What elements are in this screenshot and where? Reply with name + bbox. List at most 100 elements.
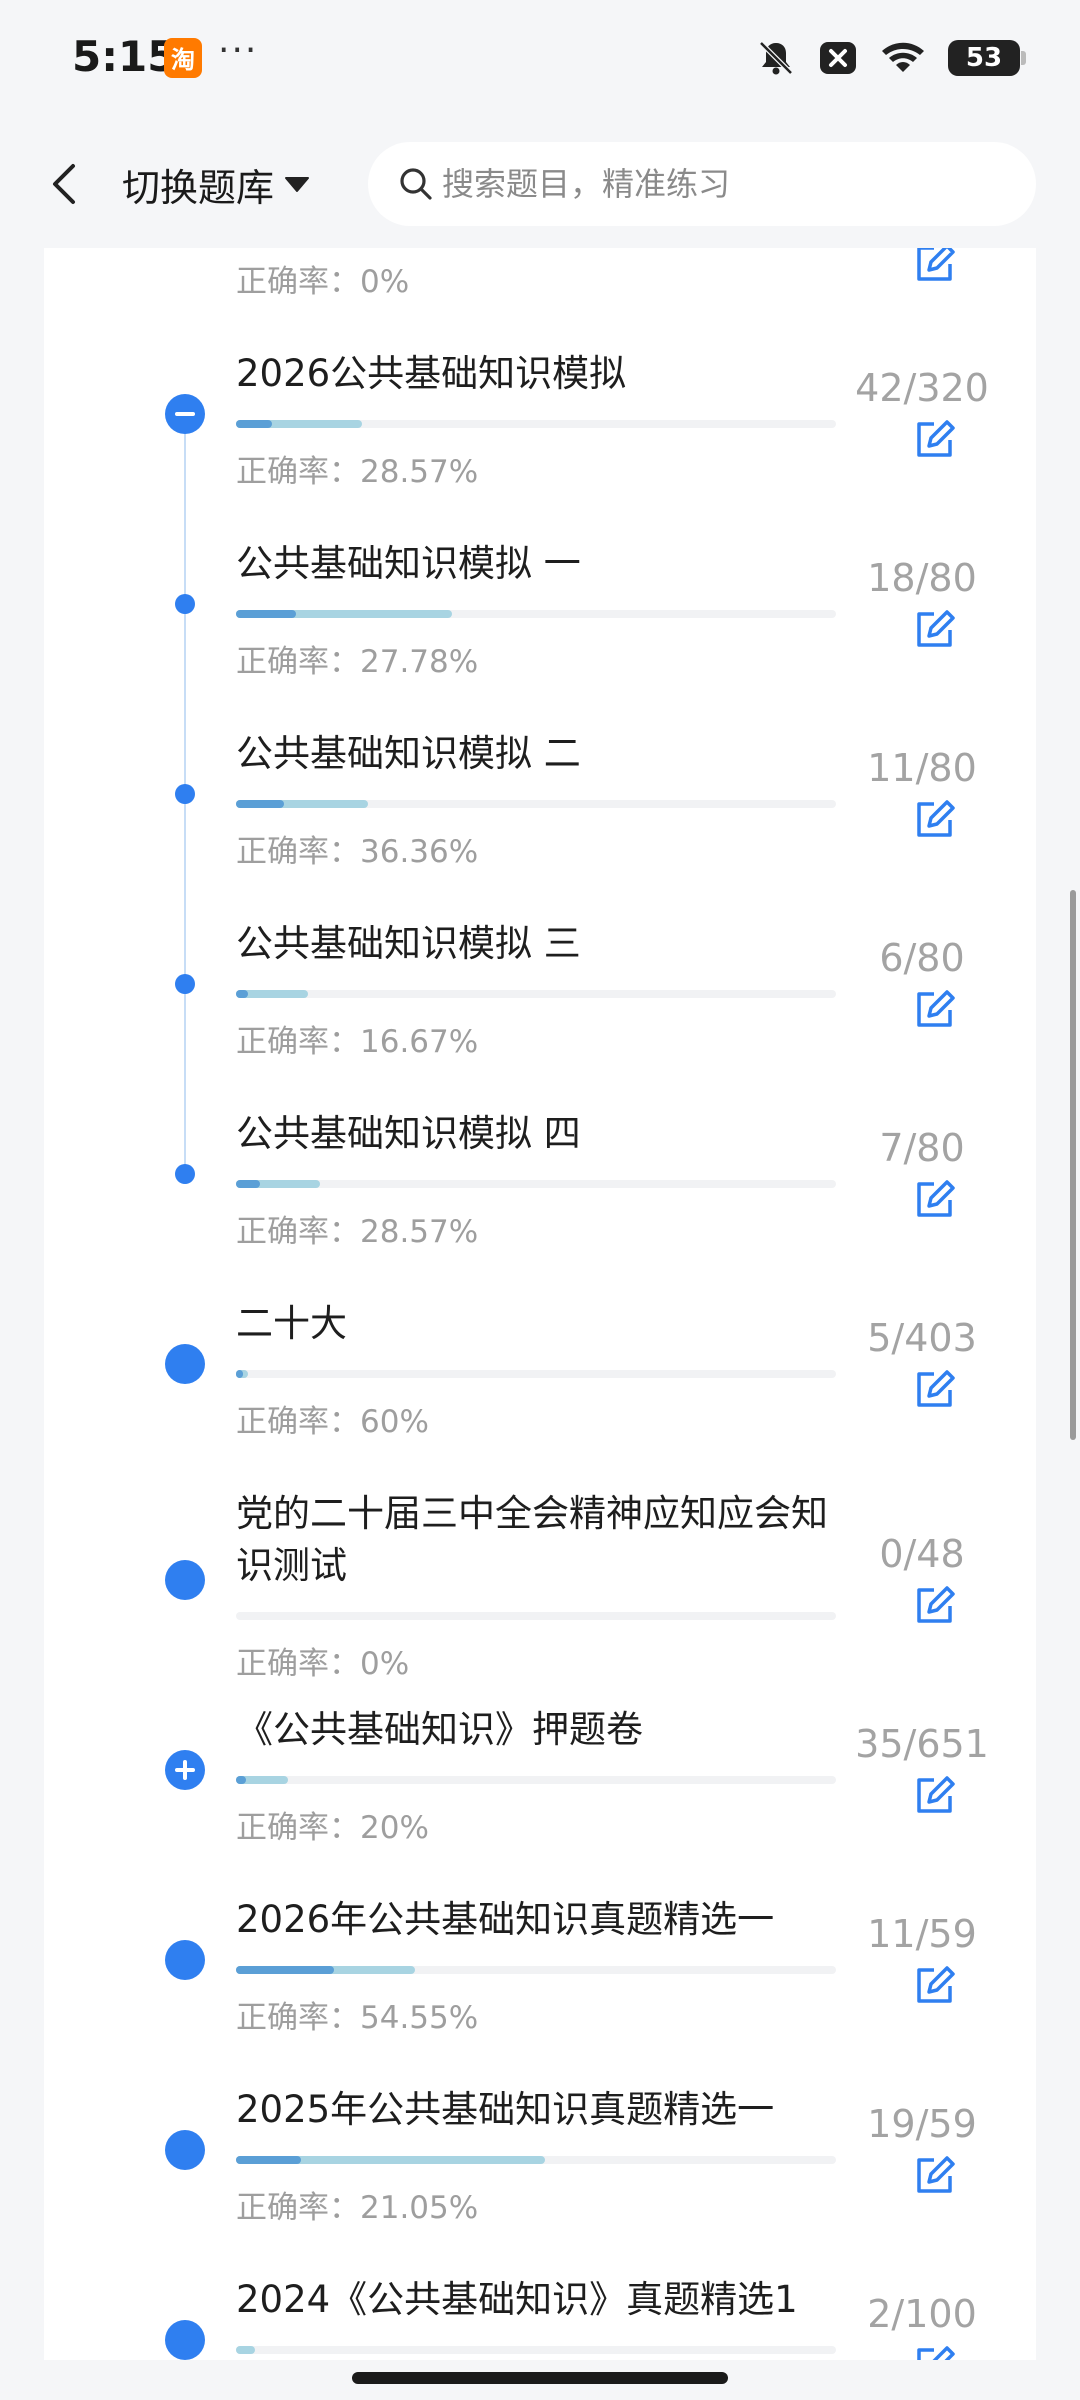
wifi-icon <box>882 42 924 72</box>
progress-correct-fill <box>236 2156 302 2164</box>
progress-count: 11/80 <box>867 746 977 790</box>
progress-count: 42/320 <box>855 366 989 410</box>
list-item[interactable]: 二十大 正确率：60% 5/403 <box>44 1298 1036 1488</box>
progress-correct-fill <box>236 420 272 428</box>
item-title: 公共基础知识模拟 四 <box>236 1112 581 1155</box>
edit-icon[interactable] <box>912 988 956 1032</box>
progress-count: 5/403 <box>867 1316 977 1360</box>
top-bar: 切换题库 <box>0 120 1080 248</box>
progress-bar <box>236 1966 836 1974</box>
progress-bar <box>236 1612 836 1620</box>
timeline-dot-icon <box>165 1344 205 1384</box>
list-item[interactable]: 公共基础知识模拟 一正确率：27.78% 18/80 <box>44 538 1036 728</box>
status-icons: 53 <box>756 34 1026 82</box>
edit-icon[interactable] <box>912 248 956 286</box>
home-indicator[interactable] <box>352 2372 728 2384</box>
item-title: 2024《公共基础知识》真题精选1 <box>236 2278 798 2321</box>
edit-icon[interactable] <box>912 608 956 652</box>
progress-correct-fill <box>236 1966 334 1974</box>
item-title: 公共基础知识模拟 二 <box>236 732 581 775</box>
accuracy-text: 正确率：60% <box>236 1404 429 1440</box>
progress-count: 2/100 <box>867 2292 977 2336</box>
accuracy-text: 正确率：20% <box>236 1810 429 1846</box>
progress-fill <box>236 2346 256 2354</box>
bell-muted-icon <box>759 41 793 75</box>
list-item[interactable]: 2026公共基础知识模拟正确率：28.57% 42/320 <box>44 348 1036 538</box>
progress-bar <box>236 990 836 998</box>
progress-count: 35/651 <box>855 1722 989 1766</box>
close-box-icon <box>820 42 856 74</box>
edit-icon[interactable] <box>912 1774 956 1818</box>
list-item[interactable]: 党的二十届三中全会精神应知应会知识测试正确率：0% 0/48 <box>44 1488 1036 1703</box>
search-icon <box>400 168 432 200</box>
accuracy-text: 正确率：28.57% <box>236 454 479 490</box>
switch-bank-dropdown[interactable]: 切换题库 <box>122 156 310 212</box>
progress-count: 7/80 <box>879 1126 965 1170</box>
back-button[interactable] <box>36 154 92 214</box>
item-title: 公共基础知识模拟 一 <box>236 542 581 585</box>
accuracy-text: 正确率：0% <box>236 264 410 300</box>
edit-icon[interactable] <box>912 1178 956 1222</box>
timeline-dot-icon <box>175 1164 195 1184</box>
switch-bank-label: 切换题库 <box>122 165 275 210</box>
caret-down-icon <box>285 177 310 192</box>
edit-icon[interactable] <box>912 798 956 842</box>
item-title: 2026年公共基础知识真题精选一 <box>236 1898 775 1941</box>
progress-count: 18/80 <box>867 556 977 600</box>
progress-correct-fill <box>236 1776 247 1784</box>
item-title: 2026公共基础知识模拟 <box>236 352 627 395</box>
list-item[interactable]: 2024《公共基础知识》真题精选1 2/100 <box>44 2274 1036 2360</box>
timeline-dot-icon <box>165 1940 205 1980</box>
battery-icon: 53 <box>948 40 1026 76</box>
accuracy-text: 正确率：36.36% <box>236 834 479 870</box>
list-item[interactable]: 2026年公共基础知识真题精选一正确率：54.55% 11/59 <box>44 1894 1036 2084</box>
progress-bar <box>236 1370 836 1378</box>
accuracy-text: 正确率：21.05% <box>236 2190 479 2226</box>
chevron-left-icon <box>53 164 75 204</box>
timeline-dot-icon <box>175 784 195 804</box>
accuracy-text: 正确率：0% <box>236 1646 410 1682</box>
accuracy-text: 正确率：28.57% <box>236 1214 479 1250</box>
progress-correct-fill <box>236 990 248 998</box>
progress-count: 19/59 <box>867 2102 977 2146</box>
progress-bar <box>236 2156 836 2164</box>
edit-icon[interactable] <box>912 418 956 462</box>
list-item[interactable]: 公共基础知识模拟 四正确率：28.57% 7/80 <box>44 1108 1036 1298</box>
progress-correct-fill <box>236 800 284 808</box>
edit-icon[interactable] <box>912 1964 956 2008</box>
item-title: 2025年公共基础知识真题精选一 <box>236 2088 775 2131</box>
edit-icon[interactable] <box>912 2154 956 2198</box>
list-item[interactable]: 公共基础知识模拟 三正确率：16.67% 6/80 <box>44 918 1036 1108</box>
scrollbar[interactable] <box>1070 890 1076 1440</box>
timeline-dot-icon <box>165 2130 205 2170</box>
status-bar: 5:15 淘 ··· 53 <box>0 0 1080 120</box>
item-title: 公共基础知识模拟 三 <box>236 922 581 965</box>
edit-icon[interactable] <box>912 1368 956 1412</box>
timeline-dot-icon <box>165 2320 205 2360</box>
edit-icon[interactable] <box>912 1584 956 1628</box>
accuracy-text: 正确率：16.67% <box>236 1024 479 1060</box>
list-item[interactable]: 公共基础知识模拟 二正确率：36.36% 11/80 <box>44 728 1036 918</box>
item-title: 《公共基础知识》押题卷 <box>236 1708 643 1751</box>
collapse-icon[interactable] <box>165 394 205 434</box>
list-item[interactable]: 2025年公共基础知识真题精选一正确率：21.05% 19/59 <box>44 2084 1036 2274</box>
progress-count: 11/59 <box>867 1912 977 1956</box>
item-title: 党的二十届三中全会精神应知应会知识测试 <box>236 1492 828 1587</box>
search-bar[interactable] <box>368 142 1036 226</box>
progress-bar <box>236 2346 836 2354</box>
progress-bar <box>236 420 836 428</box>
progress-correct-fill <box>236 1180 260 1188</box>
taobao-app-icon: 淘 <box>164 38 202 78</box>
timeline-dot-icon <box>175 974 195 994</box>
progress-count: 0/48 <box>879 1532 965 1576</box>
search-input[interactable] <box>442 165 1002 203</box>
status-time: 5:15 <box>72 32 177 81</box>
edit-icon[interactable] <box>912 2344 956 2360</box>
accuracy-text: 正确率：27.78% <box>236 644 479 680</box>
accuracy-text: 正确率：54.55% <box>236 2000 479 2036</box>
timeline-dot-icon <box>165 1560 205 1600</box>
progress-bar <box>236 610 836 618</box>
progress-bar <box>236 1180 836 1188</box>
list-item[interactable]: 《公共基础知识》押题卷正确率：20% 35/651 <box>44 1704 1036 1894</box>
expand-icon[interactable] <box>165 1750 205 1790</box>
